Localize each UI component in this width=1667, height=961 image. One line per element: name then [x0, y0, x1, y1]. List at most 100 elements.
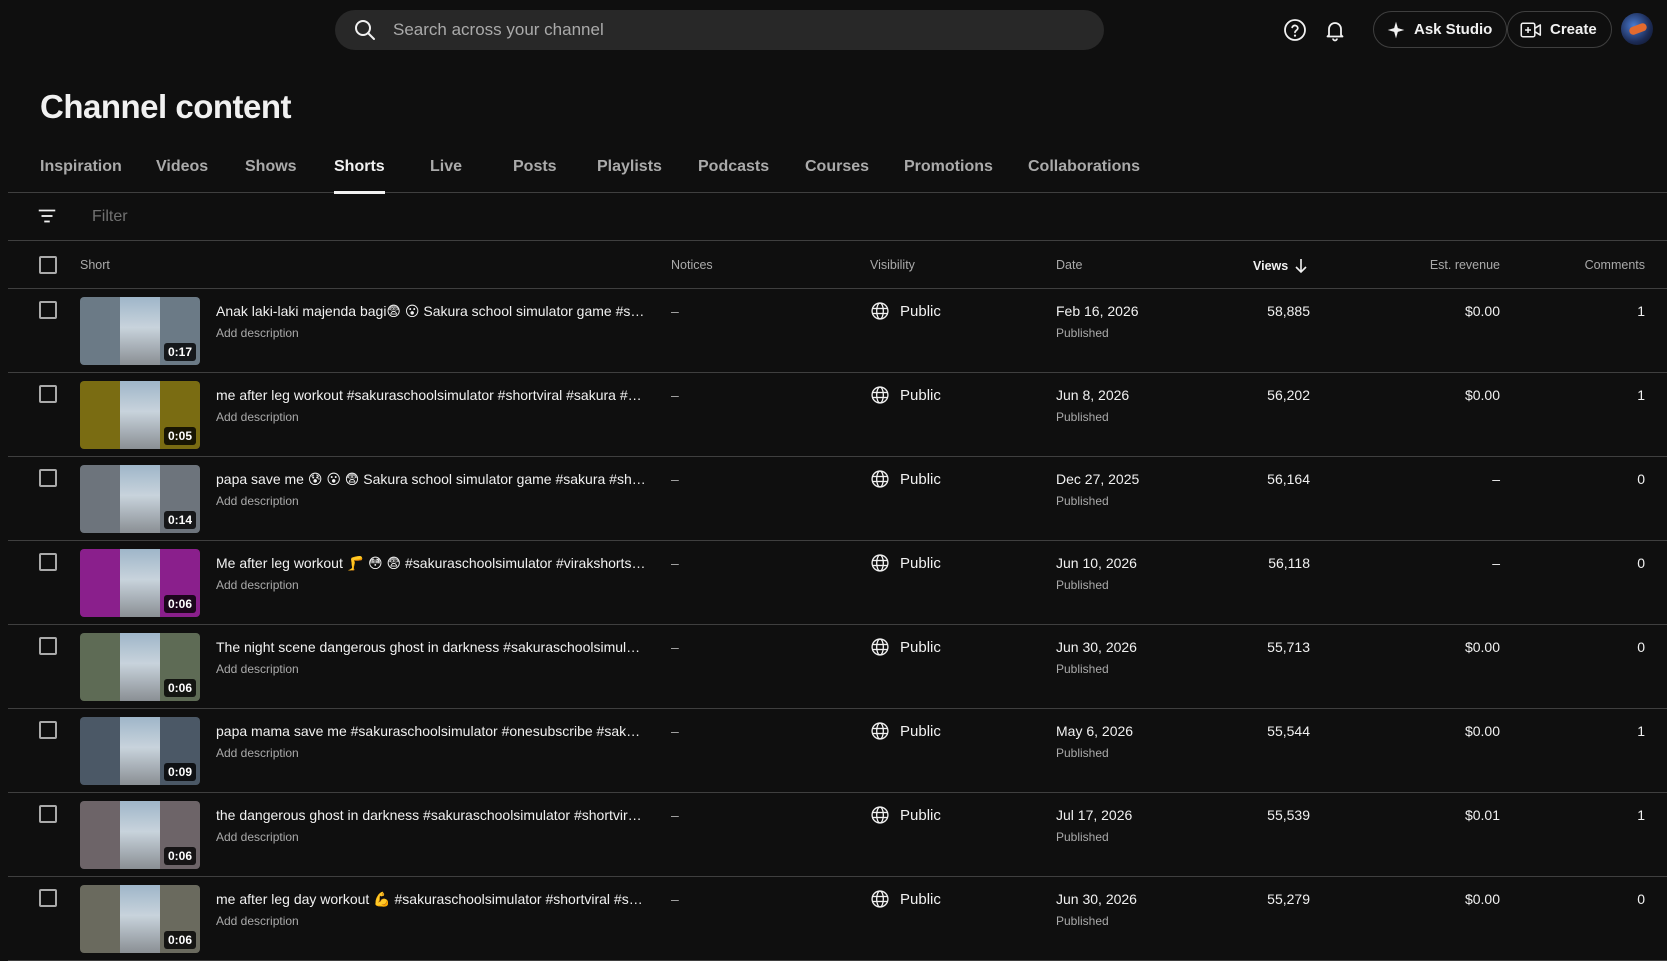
short-title[interactable]: papa mama save me #sakuraschoolsimulator…: [216, 723, 646, 739]
globe-icon: [871, 554, 889, 572]
publish-status: Published: [1056, 830, 1109, 844]
tab-inspiration[interactable]: Inspiration: [40, 158, 122, 176]
notifications-bell-icon[interactable]: [1323, 18, 1347, 42]
column-short: Short: [80, 258, 110, 272]
short-thumbnail[interactable]: 0:06: [80, 801, 200, 869]
visibility-value: Public: [900, 722, 941, 740]
help-icon[interactable]: [1283, 18, 1307, 42]
tab-live[interactable]: Live: [430, 158, 462, 176]
ask-studio-button[interactable]: Ask Studio: [1373, 11, 1508, 48]
short-title[interactable]: me after leg day workout 💪 #sakuraschool…: [216, 891, 646, 908]
tab-promotions[interactable]: Promotions: [904, 158, 993, 176]
visibility-control[interactable]: Public: [870, 637, 941, 657]
short-thumbnail[interactable]: 0:17: [80, 297, 200, 365]
search-icon[interactable]: [353, 18, 377, 42]
table-header: Short Notices Visibility Date Views Est.…: [8, 241, 1667, 289]
row-checkbox[interactable]: [39, 553, 57, 571]
visibility-control[interactable]: Public: [870, 469, 941, 489]
add-description-link[interactable]: Add description: [216, 746, 299, 760]
comments-value[interactable]: 0: [1637, 471, 1645, 487]
short-title[interactable]: The night scene dangerous ghost in darkn…: [216, 639, 646, 655]
date-value: Jun 30, 2026: [1056, 891, 1137, 907]
column-views[interactable]: Views: [1253, 258, 1308, 274]
thumbnail-scene: [120, 381, 160, 449]
table-row[interactable]: 0:17 Anak laki-laki majenda bagi😨 😮 Sakur…: [8, 289, 1667, 373]
tab-videos[interactable]: Videos: [156, 158, 208, 176]
avatar[interactable]: [1621, 13, 1653, 45]
short-title[interactable]: Anak laki-laki majenda bagi😨 😮 Sakura sc…: [216, 303, 646, 320]
revenue-value: $0.00: [1464, 639, 1500, 655]
short-thumbnail[interactable]: 0:05: [80, 381, 200, 449]
comments-value[interactable]: 0: [1637, 639, 1645, 655]
top-bar: Ask Studio Create: [0, 0, 1667, 60]
add-description-link[interactable]: Add description: [216, 326, 299, 340]
comments-value[interactable]: 1: [1637, 807, 1645, 823]
add-description-link[interactable]: Add description: [216, 578, 299, 592]
comments-value[interactable]: 0: [1637, 891, 1645, 907]
search-bar[interactable]: [335, 10, 1104, 50]
notices-value: –: [671, 555, 679, 571]
column-comments[interactable]: Comments: [1585, 258, 1645, 272]
comments-value[interactable]: 0: [1637, 555, 1645, 571]
visibility-control[interactable]: Public: [870, 721, 941, 741]
tab-posts[interactable]: Posts: [513, 158, 557, 176]
visibility-control[interactable]: Public: [870, 805, 941, 825]
row-checkbox[interactable]: [39, 385, 57, 403]
row-checkbox[interactable]: [39, 721, 57, 739]
short-title[interactable]: the dangerous ghost in darkness #sakuras…: [216, 807, 646, 823]
row-checkbox[interactable]: [39, 889, 57, 907]
table-row[interactable]: 0:06 the dangerous ghost in darkness #sak…: [8, 793, 1667, 877]
visibility-control[interactable]: Public: [870, 301, 941, 321]
globe-icon: [871, 806, 889, 824]
filter-input[interactable]: Filter: [92, 208, 128, 226]
column-date[interactable]: Date: [1056, 258, 1082, 272]
filter-bar[interactable]: Filter: [8, 193, 1667, 241]
filter-icon[interactable]: [36, 205, 58, 232]
notices-value: –: [671, 387, 679, 403]
add-description-link[interactable]: Add description: [216, 662, 299, 676]
short-thumbnail[interactable]: 0:06: [80, 633, 200, 701]
views-value: 55,539: [1267, 807, 1310, 823]
duration-badge: 0:06: [163, 931, 196, 949]
short-thumbnail[interactable]: 0:09: [80, 717, 200, 785]
add-description-link[interactable]: Add description: [216, 410, 299, 424]
row-checkbox[interactable]: [39, 301, 57, 319]
short-thumbnail[interactable]: 0:06: [80, 885, 200, 953]
comments-value[interactable]: 1: [1637, 303, 1645, 319]
create-button[interactable]: Create: [1507, 11, 1612, 48]
tab-courses[interactable]: Courses: [805, 158, 869, 176]
search-input[interactable]: [393, 20, 993, 40]
table-row[interactable]: 0:06 Me after leg workout 🦵 😳 😨 #sakurasc…: [8, 541, 1667, 625]
table-row[interactable]: 0:06 The night scene dangerous ghost in d…: [8, 625, 1667, 709]
add-description-link[interactable]: Add description: [216, 830, 299, 844]
tab-collaborations[interactable]: Collaborations: [1028, 158, 1140, 176]
visibility-control[interactable]: Public: [870, 889, 941, 909]
table-row[interactable]: 0:09 papa mama save me #sakuraschoolsimul…: [8, 709, 1667, 793]
table-row[interactable]: 0:05 me after leg workout #sakuraschoolsi…: [8, 373, 1667, 457]
short-thumbnail[interactable]: 0:06: [80, 549, 200, 617]
row-checkbox[interactable]: [39, 469, 57, 487]
add-description-link[interactable]: Add description: [216, 914, 299, 928]
tab-shows[interactable]: Shows: [245, 158, 297, 176]
add-description-link[interactable]: Add description: [216, 494, 299, 508]
tab-playlists[interactable]: Playlists: [597, 158, 662, 176]
row-checkbox[interactable]: [39, 805, 57, 823]
short-title[interactable]: me after leg workout #sakuraschoolsimula…: [216, 387, 646, 403]
short-title[interactable]: Me after leg workout 🦵 😳 😨 #sakuraschool…: [216, 555, 646, 572]
table-row[interactable]: 0:06 me after leg day workout 💪 #sakurasc…: [8, 877, 1667, 961]
tab-shorts[interactable]: Shorts: [334, 158, 385, 194]
tab-podcasts[interactable]: Podcasts: [698, 158, 769, 176]
publish-status: Published: [1056, 326, 1109, 340]
visibility-control[interactable]: Public: [870, 553, 941, 573]
short-thumbnail[interactable]: 0:14: [80, 465, 200, 533]
thumbnail-scene: [120, 717, 160, 785]
table-row[interactable]: 0:14 papa save me 😰 😮 😨 Sakura school sim…: [8, 457, 1667, 541]
short-title[interactable]: papa save me 😰 😮 😨 Sakura school simulat…: [216, 471, 646, 488]
revenue-value: –: [1492, 471, 1500, 487]
comments-value[interactable]: 1: [1637, 723, 1645, 739]
comments-value[interactable]: 1: [1637, 387, 1645, 403]
select-all-checkbox[interactable]: [39, 256, 57, 274]
row-checkbox[interactable]: [39, 637, 57, 655]
column-est-revenue[interactable]: Est. revenue: [1430, 258, 1500, 272]
visibility-control[interactable]: Public: [870, 385, 941, 405]
